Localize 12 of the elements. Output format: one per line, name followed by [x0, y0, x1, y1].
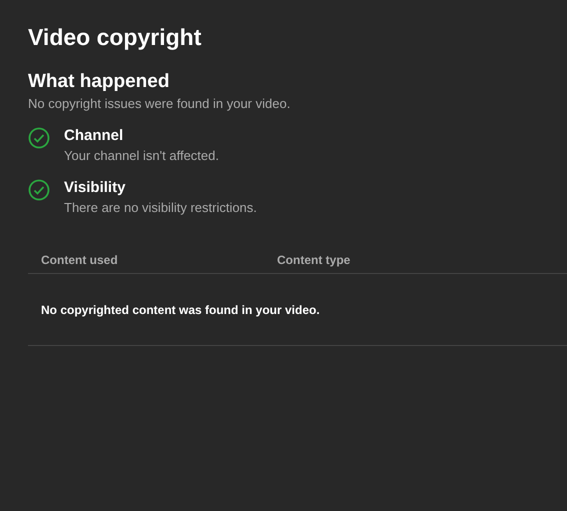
check-circle-icon	[28, 127, 50, 149]
check-detail: Your channel isn't affected.	[64, 148, 219, 163]
page-title: Video copyright	[28, 23, 202, 52]
check-detail: There are no visibility restrictions.	[64, 200, 257, 215]
section-summary: No copyright issues were found in your video.	[28, 96, 292, 111]
column-header: Content used	[41, 253, 119, 267]
column-header: Content type	[277, 253, 352, 267]
check-title: Channel	[64, 127, 124, 144]
check-title: Visibility	[64, 179, 126, 196]
section-heading: What happened	[28, 70, 170, 94]
empty-message: No copyrighted content was found in your video.	[41, 302, 320, 316]
check-circle-icon	[28, 179, 50, 201]
